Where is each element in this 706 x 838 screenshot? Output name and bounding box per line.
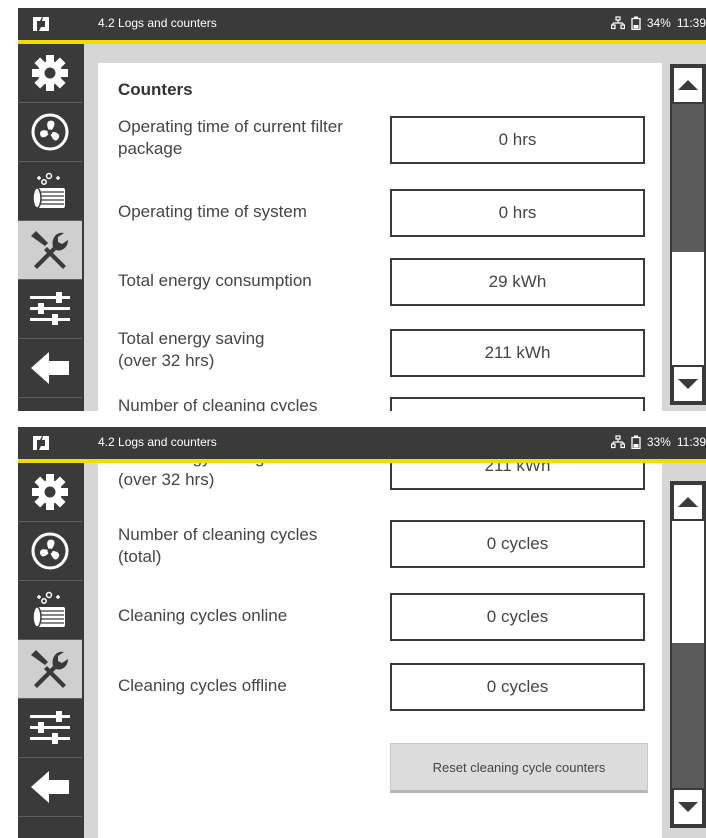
counter-value: 29 kWh — [390, 258, 645, 306]
battery-level: 34% — [646, 16, 671, 30]
sliders-icon — [30, 292, 70, 325]
page-title: 4.2 Logs and counters — [98, 435, 217, 449]
battery-level: 33% — [646, 435, 671, 449]
reset-cleaning-counters-button[interactable]: Reset cleaning cycle counters — [390, 743, 648, 793]
sidebar-item-settings[interactable] — [18, 463, 82, 522]
counter-row: Cleaning cycles offline 0 cycles — [98, 663, 662, 726]
scroll-up-button[interactable] — [672, 483, 704, 521]
battery-icon — [631, 16, 641, 30]
counter-row: Cleaning cycles online 0 cycles — [98, 593, 662, 656]
status-area: 33% 11:39 — [610, 435, 706, 449]
counter-value: 0 hrs — [390, 116, 645, 164]
arrow-down-icon — [678, 802, 698, 812]
counter-value: 211 kWh — [390, 463, 645, 490]
counter-value: 0 hrs — [390, 189, 645, 237]
section-heading: Counters — [118, 80, 193, 99]
scrollbar-track — [672, 483, 704, 826]
page-title: 4.2 Logs and counters — [98, 16, 217, 30]
sidebar — [18, 44, 84, 411]
scroll-down-button[interactable] — [672, 365, 704, 403]
sidebar-item-adjustments[interactable] — [18, 699, 82, 758]
counter-row: Number of cleaning cycles — [98, 395, 662, 411]
fan-icon — [31, 113, 69, 151]
counter-row: Total energy saving (over 32 hrs) 211 kW… — [98, 325, 662, 385]
filter-cleaning-icon — [32, 591, 65, 628]
counter-row: Total energy saving (over 32 hrs) 211 kW… — [98, 463, 662, 498]
counter-label: Number of cleaning cycles (total) — [118, 525, 318, 566]
arrow-up-icon — [678, 80, 698, 90]
sidebar — [18, 463, 84, 838]
scrollbar[interactable] — [670, 64, 706, 405]
scroll-up-button[interactable] — [672, 66, 704, 104]
counter-value: 0 cycles — [390, 593, 645, 641]
sidebar-item-filter-cleaning[interactable] — [18, 581, 82, 640]
counter-label: Total energy saving (over 32 hrs) — [118, 463, 264, 489]
screen-2: 4.2 Logs and counters 33% 11:39 Total — [18, 427, 706, 838]
counter-row: Operating time of system 0 hrs — [98, 186, 662, 246]
battery-icon — [631, 435, 641, 449]
status-area: 34% 11:39 — [610, 16, 706, 30]
sidebar-item-back[interactable] — [18, 339, 82, 398]
counter-label: Cleaning cycles offline — [118, 676, 287, 695]
scrollbar[interactable] — [670, 481, 706, 828]
sliders-icon — [30, 711, 70, 744]
network-icon — [610, 435, 625, 449]
gear-icon — [32, 474, 68, 510]
counter-row: Operating time of current filter package… — [98, 116, 662, 176]
counter-row: Total energy consumption 29 kWh — [98, 255, 662, 315]
counter-value: 211 kWh — [390, 329, 645, 377]
clock: 11:39 — [676, 16, 706, 30]
fan-icon — [31, 532, 69, 570]
tools-icon — [31, 650, 68, 688]
filter-cleaning-icon — [32, 172, 65, 209]
counter-label: Operating time of system — [118, 202, 307, 221]
brand-logo — [33, 436, 49, 450]
sidebar-item-settings[interactable] — [18, 44, 82, 103]
sidebar-item-adjustments[interactable] — [18, 280, 82, 339]
scrollbar-thumb[interactable] — [672, 102, 704, 252]
gear-icon — [32, 55, 68, 91]
top-bar: 4.2 Logs and counters 33% 11:39 — [18, 427, 706, 463]
counters-panel: Total energy saving (over 32 hrs) 211 kW… — [98, 463, 662, 838]
sidebar-item-filter-cleaning[interactable] — [18, 162, 82, 221]
tools-icon — [31, 231, 68, 269]
sidebar-item-tools[interactable] — [18, 640, 82, 699]
counter-label: Operating time of current filter package — [118, 117, 343, 158]
sidebar-item-fan[interactable] — [18, 103, 82, 162]
counter-label: Cleaning cycles online — [118, 606, 288, 625]
sidebar-item-tools[interactable] — [18, 221, 82, 280]
sidebar-item-back[interactable] — [18, 758, 82, 817]
counter-value: 0 cycles — [390, 520, 645, 568]
sidebar-item-fan[interactable] — [18, 522, 82, 581]
counters-panel: Counters Operating time of current filte… — [98, 63, 662, 411]
arrow-up-icon — [678, 497, 698, 507]
counter-label: Number of cleaning cycles — [118, 396, 318, 411]
top-bar: 4.2 Logs and counters 34% 11:39 — [18, 8, 706, 44]
network-icon — [610, 16, 625, 30]
counter-label: Total energy consumption — [118, 271, 312, 290]
counter-label: Total energy saving (over 32 hrs) — [118, 329, 265, 370]
clock: 11:39 — [676, 435, 706, 449]
scrollbar-thumb[interactable] — [672, 643, 704, 795]
back-arrow-icon — [31, 352, 69, 384]
scrollbar-track — [672, 66, 704, 403]
counter-value: 0 cycles — [390, 663, 645, 711]
counter-row: Number of cleaning cycles (total) 0 cycl… — [98, 520, 662, 586]
back-arrow-icon — [31, 771, 69, 803]
arrow-down-icon — [678, 379, 698, 389]
screen-1: 4.2 Logs and counters 34% 11:39 Counters — [18, 8, 706, 411]
scroll-down-button[interactable] — [672, 788, 704, 826]
brand-logo — [33, 17, 49, 31]
counter-value — [390, 397, 645, 411]
